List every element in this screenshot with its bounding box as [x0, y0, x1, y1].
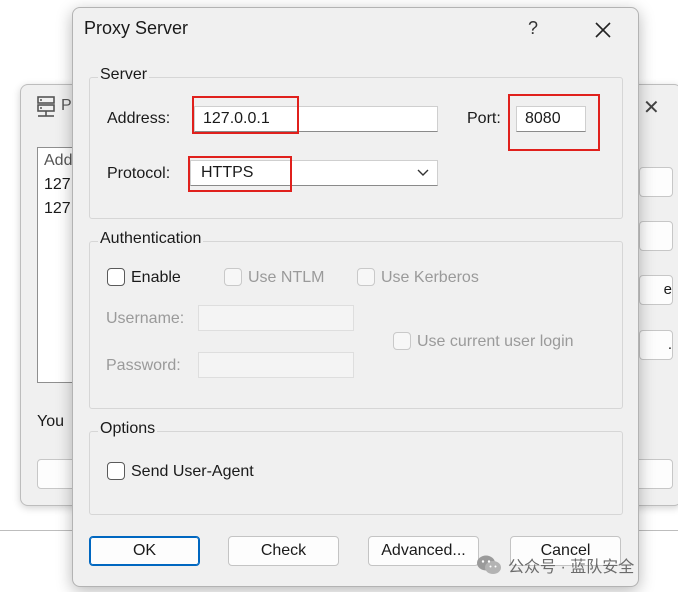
protocol-label: Protocol: — [107, 165, 171, 182]
chevron-down-icon — [417, 169, 429, 176]
wechat-icon — [477, 555, 501, 574]
username-input[interactable] — [198, 305, 354, 331]
use-kerberos-checkbox[interactable] — [357, 268, 375, 286]
close-icon[interactable]: ✕ — [643, 95, 660, 120]
background-side-button[interactable] — [639, 167, 673, 197]
ok-button[interactable]: OK — [89, 536, 200, 566]
send-user-agent-checkbox[interactable] — [107, 462, 125, 480]
server-group-label: Server — [98, 66, 150, 84]
use-ntlm-checkbox[interactable] — [224, 268, 242, 286]
protocol-select[interactable]: HTTPS — [190, 160, 438, 186]
send-user-agent-label: Send User-Agent — [131, 463, 254, 480]
protocol-select-value: HTTPS — [201, 164, 254, 181]
background-side-button[interactable]: e — [639, 275, 673, 305]
server-icon — [37, 96, 55, 117]
use-ntlm-label: Use NTLM — [248, 269, 325, 286]
help-icon[interactable]: ? — [528, 18, 538, 39]
list-header: Add — [44, 152, 73, 169]
proxy-server-dialog: Proxy Server ? Server Address: 127.0.0.1… — [72, 7, 639, 587]
watermark: 公众号 · 蓝队安全 — [476, 553, 634, 577]
address-label: Address: — [107, 110, 171, 127]
enable-label: Enable — [131, 269, 181, 286]
authentication-group: Authentication Enable Use NTLM Use Kerbe… — [89, 230, 623, 409]
username-label: Username: — [106, 310, 185, 327]
password-label: Password: — [106, 357, 181, 374]
background-side-button[interactable] — [639, 221, 673, 251]
use-kerberos-label: Use Kerberos — [381, 269, 479, 286]
server-group: Server Address: 127.0.0.1 Port: 8080 Pro… — [89, 66, 623, 219]
watermark-text: 公众号 · 蓝队安全 — [508, 559, 635, 576]
check-button[interactable]: Check — [228, 536, 339, 566]
background-side-button[interactable]: . — [639, 330, 673, 360]
close-icon[interactable] — [589, 16, 617, 44]
background-window-title: P — [61, 97, 72, 114]
options-group: Options Send User-Agent — [89, 420, 623, 515]
advanced-button[interactable]: Advanced... — [368, 536, 479, 566]
port-input[interactable]: 8080 — [516, 106, 586, 132]
use-current-user-checkbox[interactable] — [393, 332, 411, 350]
list-item[interactable]: 127 — [44, 200, 71, 218]
dialog-title: Proxy Server — [84, 18, 189, 38]
authentication-group-label: Authentication — [98, 230, 204, 248]
use-current-user-label: Use current user login — [417, 333, 574, 350]
options-group-label: Options — [98, 420, 158, 438]
address-input[interactable]: 127.0.0.1 — [194, 106, 438, 132]
list-item[interactable]: 127 — [44, 176, 71, 194]
enable-checkbox[interactable] — [107, 268, 125, 286]
port-label: Port: — [467, 110, 501, 127]
background-note-text: You — [37, 413, 64, 430]
password-input[interactable] — [198, 352, 354, 378]
